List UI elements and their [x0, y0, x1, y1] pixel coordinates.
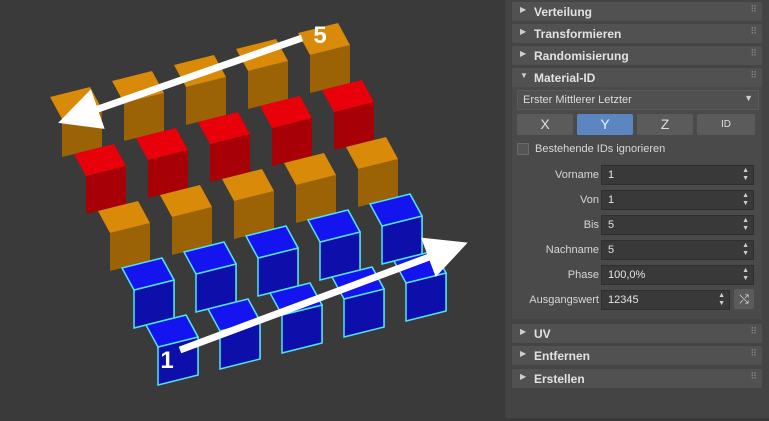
grip-icon[interactable]: ⠿ — [750, 348, 757, 359]
triangle-right-icon: ▶ — [520, 349, 527, 358]
triangle-right-icon: ▶ — [520, 49, 527, 58]
phase-spinner[interactable]: 100,0% ▲ ▼ — [601, 265, 754, 285]
axis-id-button[interactable]: ID — [697, 114, 755, 135]
rollout-title: Entfernen — [534, 349, 591, 363]
rollout-title: Randomisierung — [534, 49, 629, 63]
bis-spinner[interactable]: 5 ▲ ▼ — [601, 215, 754, 235]
cube-grid: 15 — [50, 22, 468, 386]
rollout-title: Verteilung — [534, 5, 593, 19]
vorname-value: 1 — [608, 169, 615, 181]
rollout-title: Erstellen — [534, 372, 585, 386]
rollout-verteilung[interactable]: ▶ Verteilung ⠿ — [512, 2, 762, 21]
rollout-title: Material-ID — [534, 71, 596, 85]
bis-value: 5 — [608, 219, 615, 231]
triangle-right-icon: ▶ — [520, 372, 527, 381]
grip-icon[interactable]: ⠿ — [750, 26, 757, 37]
chevron-down-icon: ▼ — [744, 93, 753, 103]
spinner-arrows-icon[interactable]: ▲ ▼ — [742, 192, 749, 208]
rollout-material-id[interactable]: ▼ Material-ID ⠿ — [512, 68, 762, 87]
triangle-right-icon: ▶ — [520, 5, 527, 14]
rollout-entfernen[interactable]: ▶ Entfernen ⠿ — [512, 346, 762, 365]
mode-dropdown-value: Erster Mittlerer Letzter — [523, 94, 632, 106]
grip-icon[interactable]: ⠿ — [750, 70, 757, 81]
grip-icon[interactable]: ⠿ — [750, 4, 757, 15]
rollout-erstellen[interactable]: ▶ Erstellen ⠿ — [512, 369, 762, 388]
ignore-existing-ids-checkbox[interactable] — [517, 143, 529, 155]
phase-label: Phase — [567, 269, 599, 281]
axis-y-button[interactable]: Y — [577, 114, 633, 135]
grip-icon[interactable]: ⠿ — [750, 48, 757, 59]
rollout-title: UV — [534, 327, 551, 341]
spinner-arrows-icon[interactable]: ▲ ▼ — [718, 292, 725, 308]
nachname-spinner[interactable]: 5 ▲ ▼ — [601, 240, 754, 260]
spinner-arrows-icon[interactable]: ▲ ▼ — [742, 242, 749, 258]
triangle-right-icon: ▶ — [520, 27, 527, 36]
triangle-down-icon: ▼ — [520, 71, 528, 80]
end-index-label: 5 — [313, 22, 326, 49]
von-spinner[interactable]: 1 ▲ ▼ — [601, 190, 754, 210]
axis-z-button[interactable]: Z — [637, 114, 693, 135]
ausgangswert-value: 12345 — [608, 294, 639, 306]
spinner-arrows-icon[interactable]: ▲ ▼ — [742, 267, 749, 283]
nachname-label: Nachname — [545, 244, 599, 256]
ignore-existing-ids-label: Bestehende IDs ignorieren — [535, 143, 666, 155]
bis-label: Bis — [583, 219, 599, 231]
rollout-transformieren[interactable]: ▶ Transformieren ⠿ — [512, 24, 762, 43]
rollout-uv[interactable]: ▶ UV ⠿ — [512, 324, 762, 343]
axis-x-button[interactable]: X — [517, 114, 573, 135]
von-label: Von — [580, 194, 599, 206]
rollout-title: Transformieren — [534, 27, 622, 41]
nachname-value: 5 — [608, 244, 615, 256]
modifier-panel: ▶ Verteilung ⠿ ▶ Transformieren ⠿ ▶ Rand… — [505, 0, 769, 418]
ausgangswert-spinner[interactable]: 12345 ▲ ▼ — [601, 290, 730, 310]
von-value: 1 — [608, 194, 615, 206]
start-index-label: 1 — [160, 347, 173, 374]
grip-icon[interactable]: ⠿ — [750, 371, 757, 382]
spinner-arrows-icon[interactable]: ▲ ▼ — [742, 217, 749, 233]
rollout-randomisierung[interactable]: ▶ Randomisierung ⠿ — [512, 46, 762, 65]
phase-value: 100,0% — [608, 269, 646, 281]
viewport-3d[interactable]: 15 — [0, 0, 505, 418]
spinner-arrows-icon[interactable]: ▲ ▼ — [742, 167, 749, 183]
grip-icon[interactable]: ⠿ — [750, 326, 757, 337]
shuffle-icon: ⤭ — [739, 292, 749, 306]
vorname-spinner[interactable]: 1 ▲ ▼ — [601, 165, 754, 185]
ausgangswert-label: Ausgangswert — [529, 294, 599, 306]
vorname-label: Vorname — [554, 169, 599, 181]
mode-dropdown[interactable]: Erster Mittlerer Letzter ▼ — [517, 90, 759, 110]
shuffle-seed-button[interactable]: ⤭ — [734, 289, 754, 309]
triangle-right-icon: ▶ — [520, 327, 527, 336]
